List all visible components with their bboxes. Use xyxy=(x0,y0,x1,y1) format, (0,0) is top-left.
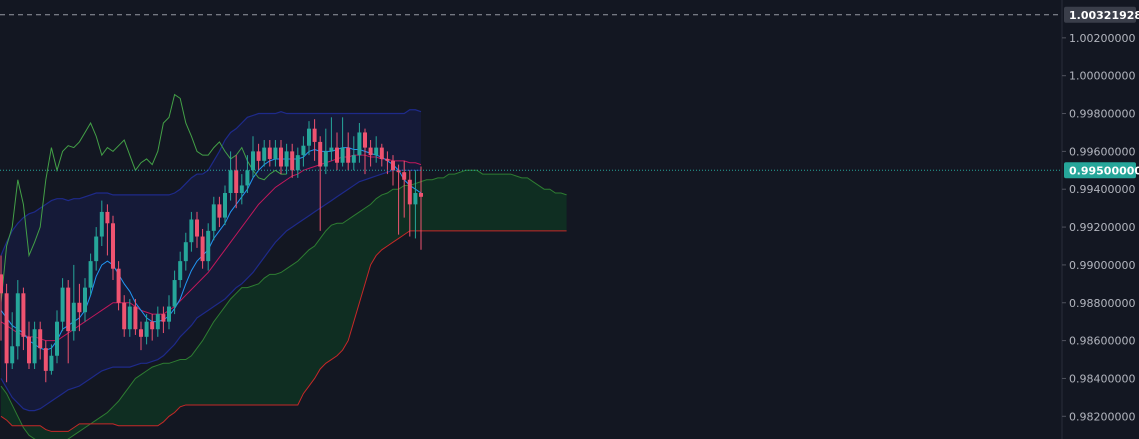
candle-bear xyxy=(379,147,384,159)
candle-bull xyxy=(273,147,278,159)
candle-bear xyxy=(111,223,115,269)
candle-bull xyxy=(251,151,255,171)
candle-bear xyxy=(407,179,412,205)
candle-bull xyxy=(15,293,20,347)
candle-bear xyxy=(234,170,239,194)
candle-bear xyxy=(4,293,9,364)
axis-tick-label: 0.99400000 xyxy=(1069,183,1135,196)
candle-bull xyxy=(83,287,87,313)
axis-tick-label: 1.00000000 xyxy=(1069,70,1135,83)
candle-bull xyxy=(228,170,233,194)
candle-bear xyxy=(105,211,110,224)
axis-tick-label: 0.98400000 xyxy=(1069,372,1135,385)
candle-bull xyxy=(60,287,65,322)
candle-bull xyxy=(223,193,227,218)
candle-bear xyxy=(402,172,407,180)
candle-bull xyxy=(262,147,267,161)
axis-tick-label: 0.99000000 xyxy=(1069,259,1135,272)
candle-bull xyxy=(329,147,334,152)
candle-bull xyxy=(323,151,328,167)
candle-bear xyxy=(66,287,71,332)
candle-bear xyxy=(200,236,205,262)
candle-bull xyxy=(284,151,289,167)
candle-bear xyxy=(116,268,121,303)
candle-bull xyxy=(178,261,183,281)
candle-bear xyxy=(335,147,339,163)
candle-bear xyxy=(139,329,143,337)
candle-bear xyxy=(21,293,26,337)
candle-bear xyxy=(27,336,31,364)
candle-bear xyxy=(77,302,82,313)
candle-bull xyxy=(94,236,99,262)
candle-bull xyxy=(167,306,171,322)
candle-bull xyxy=(172,280,177,307)
candle-bear xyxy=(290,151,295,171)
candle-bull xyxy=(211,204,216,231)
price-tag-label: 1.00321928 xyxy=(1069,9,1139,22)
candle-bull xyxy=(189,219,194,243)
candle-bull xyxy=(10,346,15,364)
candle-bear xyxy=(133,306,138,330)
candle-bear xyxy=(150,321,155,330)
candle-bear xyxy=(312,128,317,142)
candle-bull xyxy=(71,302,76,332)
candle-bull xyxy=(340,147,345,163)
candle-bear xyxy=(318,141,323,167)
candle-bull xyxy=(351,155,356,163)
candle-bull xyxy=(413,193,418,205)
candle-bear xyxy=(419,193,423,197)
candlestick-chart[interactable]: 1.00200000 1.00000000 0.99800000 0.99600000… xyxy=(0,0,1139,439)
candle-bear xyxy=(122,302,127,330)
candle-bull xyxy=(155,314,160,330)
candle-bull xyxy=(88,261,93,288)
axis-tick-label: 0.98800000 xyxy=(1069,297,1135,310)
candle-bear xyxy=(38,329,43,349)
candle-bear xyxy=(391,160,395,171)
candle-bull xyxy=(239,185,244,194)
candle-bull xyxy=(374,147,379,156)
candle-bull xyxy=(49,355,54,371)
candle-bull xyxy=(206,230,211,262)
candle-bear xyxy=(161,314,166,322)
axis-tick-label: 0.99800000 xyxy=(1069,108,1135,121)
candle-bull xyxy=(357,132,362,156)
candle-bear xyxy=(385,158,390,161)
candle-bull xyxy=(245,170,250,186)
axis-tick-label: 0.99600000 xyxy=(1069,145,1135,158)
candle-bull xyxy=(183,242,188,262)
price-tag-label: 0.99500000 xyxy=(1069,164,1139,177)
candle-bear xyxy=(195,219,199,237)
candle-bear xyxy=(217,204,222,218)
candle-bear xyxy=(279,147,283,167)
candle-bear xyxy=(256,151,261,161)
candle-bull xyxy=(301,145,306,156)
axis-tick-label: 0.99200000 xyxy=(1069,221,1135,234)
candle-bear xyxy=(363,132,367,148)
candle-bear xyxy=(267,147,272,159)
candle-bear xyxy=(0,274,3,294)
chart-container[interactable]: 1.00200000 1.00000000 0.99800000 0.99600000… xyxy=(0,0,1139,439)
candle-bear xyxy=(346,147,351,163)
candle-bull xyxy=(55,321,59,356)
candle-bull xyxy=(99,211,104,237)
candle-bear xyxy=(368,147,373,156)
candle-bull xyxy=(144,321,149,337)
candle-bull xyxy=(295,155,300,171)
candle-bear xyxy=(43,348,48,371)
axis-tick-label: 0.98600000 xyxy=(1069,335,1135,348)
axis-tick-label: 1.00200000 xyxy=(1069,32,1135,45)
candle-bull xyxy=(307,128,311,146)
candle-bull xyxy=(127,306,132,330)
axis-tick-label: 0.98200000 xyxy=(1069,410,1135,423)
candle-bull xyxy=(32,329,37,364)
